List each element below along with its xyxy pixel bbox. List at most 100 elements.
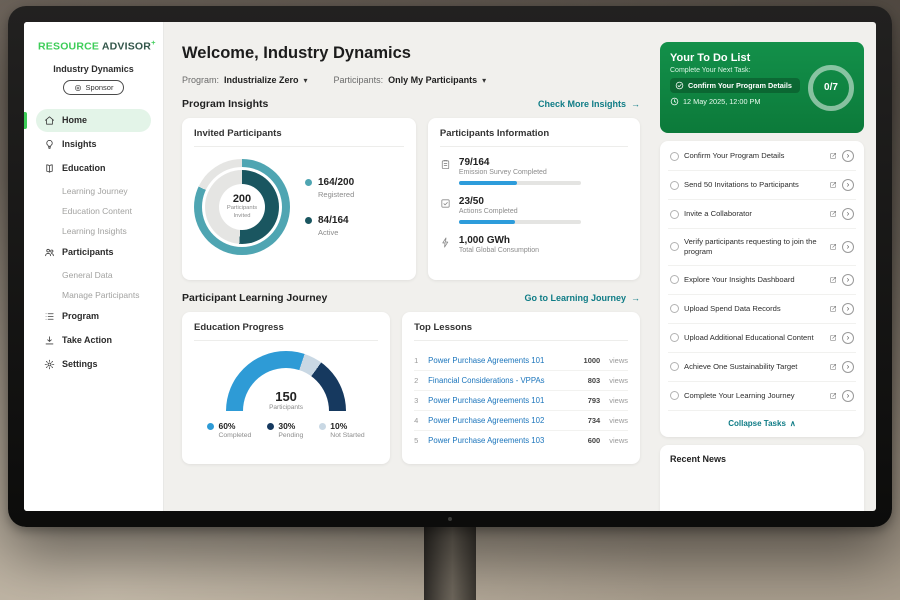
main-content: Welcome, Industry Dynamics Program: Indu… [164,22,654,511]
page-title: Welcome, Industry Dynamics [182,44,640,63]
chevron-right-icon[interactable]: › [842,241,854,253]
learning-journey-header: Participant Learning Journey Go to Learn… [182,292,640,304]
lesson-row: 2 Financial Considerations - VPPAs 803 v… [414,371,628,391]
sidebar-item-take-action[interactable]: Take Action [36,329,151,352]
chevron-right-icon[interactable]: › [842,303,854,315]
task-checkbox[interactable] [670,362,679,371]
task-list-card: Confirm Your Program Details › Send 50 I… [660,141,864,437]
task-checkbox[interactable] [670,242,679,251]
lesson-row: 3 Power Purchase Agreements 101 793 view… [414,391,628,411]
invited-participants-card: Invited Participants 200 Participants In… [182,118,416,280]
task-row[interactable]: Invite a Collaborator › [668,200,856,229]
sidebar-item-education[interactable]: Education [36,157,151,180]
lesson-link[interactable]: Power Purchase Agreements 101 [428,396,581,405]
progress-fill [459,181,518,185]
task-row[interactable]: Verify participants requesting to join t… [668,229,856,266]
gauge-legend: 60% Completed 30% Pending 10% Not Starte… [207,421,364,439]
task-checkbox[interactable] [670,391,679,400]
chevron-right-icon[interactable]: › [842,332,854,344]
people-icon [44,247,55,258]
sidebar-item-program[interactable]: Program [36,305,151,328]
lesson-row: 1 Power Purchase Agreements 101 1000 vie… [414,351,628,371]
task-row[interactable]: Upload Spend Data Records › [668,295,856,324]
task-row[interactable]: Explore Your Insights Dashboard › [668,266,856,295]
task-row[interactable]: Complete Your Learning Journey › [668,382,856,411]
energy-icon [440,237,451,248]
next-task-pill[interactable]: Confirm Your Program Details [670,78,800,93]
download-arrow-icon [44,335,55,346]
sponsor-badge-label: Sponsor [86,83,114,92]
chevron-right-icon[interactable]: › [842,179,854,191]
sidebar-item-learning-journey[interactable]: Learning Journey [36,181,151,201]
go-to-learning-journey-link[interactable]: Go to Learning Journey → [524,293,640,303]
lesson-link[interactable]: Financial Considerations - VPPAs [428,376,581,385]
dashboard-screen: RESOURCE ADVISOR+ Industry Dynamics Spon… [24,22,876,511]
chevron-right-icon[interactable]: › [842,274,854,286]
sidebar: RESOURCE ADVISOR+ Industry Dynamics Spon… [24,22,164,511]
next-task-due: 12 May 2025, 12:00 PM [670,97,800,106]
program-insights-header: Program Insights Check More Insights → [182,98,640,110]
program-filter-dropdown[interactable]: Program: Industrialize Zero ▾ [182,75,308,85]
check-circle-icon [675,81,684,90]
logo-text-advisor: ADVISOR [102,41,151,53]
monitor-frame: RESOURCE ADVISOR+ Industry Dynamics Spon… [8,6,892,527]
actions-progress-bar [459,220,581,224]
sidebar-item-home[interactable]: Home [36,109,151,132]
external-link-icon [829,152,837,160]
monitor-power-led [448,517,452,521]
task-checkbox[interactable] [670,333,679,342]
list-icon [44,311,55,322]
sidebar-item-general-data[interactable]: General Data [36,265,151,285]
sidebar-item-education-content[interactable]: Education Content [36,201,151,221]
collapse-tasks-button[interactable]: Collapse Tasks ∧ [668,411,856,436]
task-row[interactable]: Send 50 Invitations to Participants › [668,171,856,200]
task-checkbox[interactable] [670,304,679,313]
chevron-right-icon[interactable]: › [842,390,854,402]
participants-filter-dropdown[interactable]: Participants: Only My Participants ▾ [334,75,487,85]
task-row[interactable]: Achieve One Sustainability Target › [668,353,856,382]
legend-item-active: 84/164 Active [305,215,354,237]
lightbulb-icon [44,139,55,150]
chevron-right-icon[interactable]: › [842,361,854,373]
lesson-link[interactable]: Power Purchase Agreements 103 [428,436,581,445]
sidebar-item-manage-participants[interactable]: Manage Participants [36,285,151,305]
sidebar-item-label: Take Action [62,335,112,345]
task-checkbox[interactable] [670,152,679,161]
external-link-icon [829,181,837,189]
chevron-right-icon[interactable]: › [842,150,854,162]
consumption-row: 1,000 GWh Total Global Consumption [440,235,628,254]
task-row[interactable]: Upload Additional Educational Content › [668,324,856,353]
chevron-right-icon[interactable]: › [842,208,854,220]
recent-news-title: Recent News [670,454,854,464]
todo-subtitle: Complete Your Next Task: [670,67,800,74]
legend-item-not-started: 10% Not Started [319,421,364,439]
chevron-down-icon: ▾ [482,76,486,85]
check-more-insights-link[interactable]: Check More Insights → [538,99,640,109]
org-name: Industry Dynamics [34,64,153,74]
gear-icon [44,359,55,370]
org-block: Industry Dynamics Sponsor [24,62,163,109]
chevron-down-icon: ▾ [304,76,308,85]
top-lessons-card: Top Lessons 1 Power Purchase Agreements … [402,312,640,464]
sidebar-item-participants[interactable]: Participants [36,241,151,264]
task-checkbox[interactable] [670,210,679,219]
legend-item-pending: 30% Pending [267,421,303,439]
task-checkbox[interactable] [670,181,679,190]
clock-icon [670,97,679,106]
task-row[interactable]: Confirm Your Program Details › [668,142,856,171]
external-link-icon [829,334,837,342]
lesson-link[interactable]: Power Purchase Agreements 102 [428,416,581,425]
donut-center: 200 Participants Invited [219,184,265,230]
external-link-icon [829,392,837,400]
sponsor-icon [74,84,82,92]
sidebar-item-learning-insights[interactable]: Learning Insights [36,221,151,241]
task-checkbox[interactable] [670,275,679,284]
sidebar-item-label: Home [62,115,87,125]
sidebar-item-insights[interactable]: Insights [36,133,151,156]
lesson-link[interactable]: Power Purchase Agreements 101 [428,356,576,365]
sponsor-badge[interactable]: Sponsor [63,80,125,95]
sidebar-item-settings[interactable]: Settings [36,353,151,376]
education-progress-card: Education Progress 150 Participants [182,312,390,464]
book-icon [44,163,55,174]
emission-survey-progress-bar [459,181,581,185]
